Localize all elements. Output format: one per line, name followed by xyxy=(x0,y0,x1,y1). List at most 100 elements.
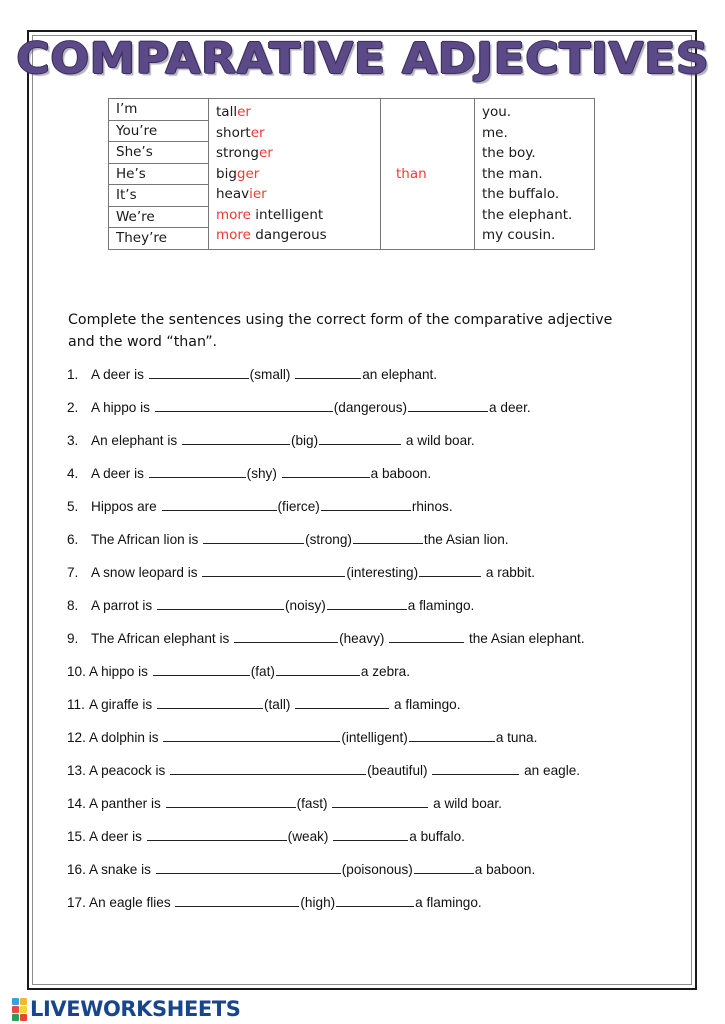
answer-blank-than[interactable] xyxy=(419,564,482,577)
answer-blank-than[interactable] xyxy=(333,828,409,841)
exercise-sentence: A dolphin is (intelligent) a tuna. xyxy=(89,729,647,745)
sentence-prefix: A snow leopard is xyxy=(91,564,202,580)
answer-blank-adjective[interactable] xyxy=(170,762,367,775)
exercise-item: 11. A giraffe is (tall) a flamingo. xyxy=(67,696,647,729)
adjective-hint: (tall) xyxy=(264,696,295,712)
adjective-column: taller shorter stronger bigger heavier m… xyxy=(208,98,381,250)
answer-blank-adjective[interactable] xyxy=(156,597,284,610)
answer-blank-than[interactable] xyxy=(389,630,465,643)
exercise-sentence: An eagle flies (high) a flamingo. xyxy=(89,894,647,910)
answer-blank-adjective[interactable] xyxy=(181,432,290,445)
sentence-suffix: a baboon. xyxy=(474,861,536,877)
logo-tile-5 xyxy=(20,1014,27,1021)
answer-blank-than[interactable] xyxy=(408,399,489,412)
exercise-sentence: A panther is (fast) a wild boar. xyxy=(89,795,647,811)
logo-tile-3 xyxy=(20,1006,27,1013)
adjective-hint: (weak) xyxy=(287,828,333,844)
object-line-4: the buffalo. xyxy=(482,186,560,202)
answer-blank-than[interactable] xyxy=(352,531,423,544)
answer-blank-adjective[interactable] xyxy=(148,366,249,379)
adjective-hint: (poisonous) xyxy=(341,861,413,877)
adjective-stem-3: big xyxy=(216,165,237,182)
sentence-suffix: rhinos. xyxy=(411,498,453,514)
exercise-item: 8. A parrot is (noisy) a flamingo. xyxy=(67,597,647,630)
answer-blank-adjective[interactable] xyxy=(161,498,277,511)
exercise-item: 9. The African elephant is (heavy) the As… xyxy=(67,630,647,663)
sentence-prefix: A giraffe is xyxy=(89,696,156,712)
adjective-stem-2: strong xyxy=(216,145,259,161)
subject-cell-0: I’m xyxy=(108,98,209,121)
answer-blank-adjective[interactable] xyxy=(203,531,305,544)
sentence-suffix: a flamingo. xyxy=(407,597,475,613)
sentence-prefix: A deer is xyxy=(89,828,146,844)
sentence-suffix: a rabbit. xyxy=(482,564,536,580)
answer-blank-than[interactable] xyxy=(332,795,429,808)
sentence-prefix: A panther is xyxy=(89,795,165,811)
adjective-line-1: shorter xyxy=(216,123,380,144)
answer-blank-than[interactable] xyxy=(281,465,370,478)
answer-blank-than[interactable] xyxy=(295,696,390,709)
answer-blank-adjective[interactable] xyxy=(234,630,339,643)
grammar-table-body: I’m taller shorter stronger bigger heavi… xyxy=(108,98,595,250)
table-row: I’m taller shorter stronger bigger heavi… xyxy=(108,98,595,250)
logo-tile-1 xyxy=(20,998,27,1005)
answer-blank-than[interactable] xyxy=(319,432,402,445)
adjective-prefix-6: more xyxy=(216,227,251,243)
adjective-prefix-5: more xyxy=(216,206,251,223)
answer-blank-than[interactable] xyxy=(295,366,362,379)
answer-blank-adjective[interactable] xyxy=(155,861,341,874)
adjective-stem-4: heav xyxy=(216,186,250,202)
adjective-line-3: bigger xyxy=(216,164,380,185)
exercise-sentence: An elephant is (big) a wild boar. xyxy=(91,432,647,448)
sentence-suffix: a zebra. xyxy=(360,663,411,679)
sentence-prefix: A peacock is xyxy=(89,762,170,778)
adjective-hint: (heavy) xyxy=(339,630,389,646)
answer-blank-adjective[interactable] xyxy=(154,399,333,412)
exercise-item: 12. A dolphin is (intelligent) a tuna. xyxy=(67,729,647,762)
answer-blank-adjective[interactable] xyxy=(157,696,263,709)
object-line-0: you. xyxy=(482,104,512,120)
answer-blank-adjective[interactable] xyxy=(148,465,246,478)
answer-blank-than[interactable] xyxy=(326,597,407,610)
logo-tile-2 xyxy=(12,1006,19,1013)
adjective-hint: (big) xyxy=(290,432,319,448)
than-cell: than xyxy=(380,98,475,250)
answer-blank-adjective[interactable] xyxy=(152,663,250,676)
adjective-line-5: more intelligent xyxy=(216,205,380,226)
logo-tile-0 xyxy=(12,998,19,1005)
adjective-line-4: heavier xyxy=(216,184,380,205)
exercise-number: 13. xyxy=(67,762,86,778)
exercise-number: 14. xyxy=(67,795,86,811)
object-line-1: me. xyxy=(482,124,508,141)
sentence-prefix: An elephant is xyxy=(91,432,181,448)
answer-blank-than[interactable] xyxy=(408,729,495,742)
sentence-prefix: A parrot is xyxy=(91,597,156,613)
answer-blank-than[interactable] xyxy=(432,762,520,775)
answer-blank-than[interactable] xyxy=(336,894,415,907)
answer-blank-adjective[interactable] xyxy=(146,828,287,841)
exercise-sentence: A hippo is (fat) a zebra. xyxy=(89,663,647,679)
answer-blank-adjective[interactable] xyxy=(175,894,300,907)
sentence-suffix: a baboon. xyxy=(370,465,432,481)
adjective-hint: (small) xyxy=(249,366,295,382)
sentence-suffix: a flamingo. xyxy=(415,894,482,910)
sentence-suffix: a flamingo. xyxy=(390,696,461,712)
subject-cell-1: You’re xyxy=(108,119,209,142)
answer-blank-adjective[interactable] xyxy=(202,564,346,577)
adjective-hint: (strong) xyxy=(305,531,352,547)
answer-blank-adjective[interactable] xyxy=(163,729,341,742)
sentence-suffix: an elephant. xyxy=(362,366,438,382)
answer-blank-than[interactable] xyxy=(275,663,360,676)
object-line-2: the boy. xyxy=(482,145,536,161)
adjective-stem-1: short xyxy=(216,124,251,141)
answer-blank-adjective[interactable] xyxy=(165,795,296,808)
sentence-suffix: a buffalo. xyxy=(409,828,465,844)
exercise-number: 17. xyxy=(67,894,86,910)
answer-blank-than[interactable] xyxy=(413,861,474,874)
answer-blank-than[interactable] xyxy=(320,498,411,511)
exercise-list: 1. A deer is (small) an elephant. 2. A hipp… xyxy=(67,366,647,927)
exercise-item: 2. A hippo is (dangerous) a deer. xyxy=(67,399,647,432)
exercise-sentence: A peacock is (beautiful) an eagle. xyxy=(89,762,647,778)
exercise-item: 4. A deer is (shy) a baboon. xyxy=(67,465,647,498)
adjective-hint: (fat) xyxy=(250,663,275,679)
